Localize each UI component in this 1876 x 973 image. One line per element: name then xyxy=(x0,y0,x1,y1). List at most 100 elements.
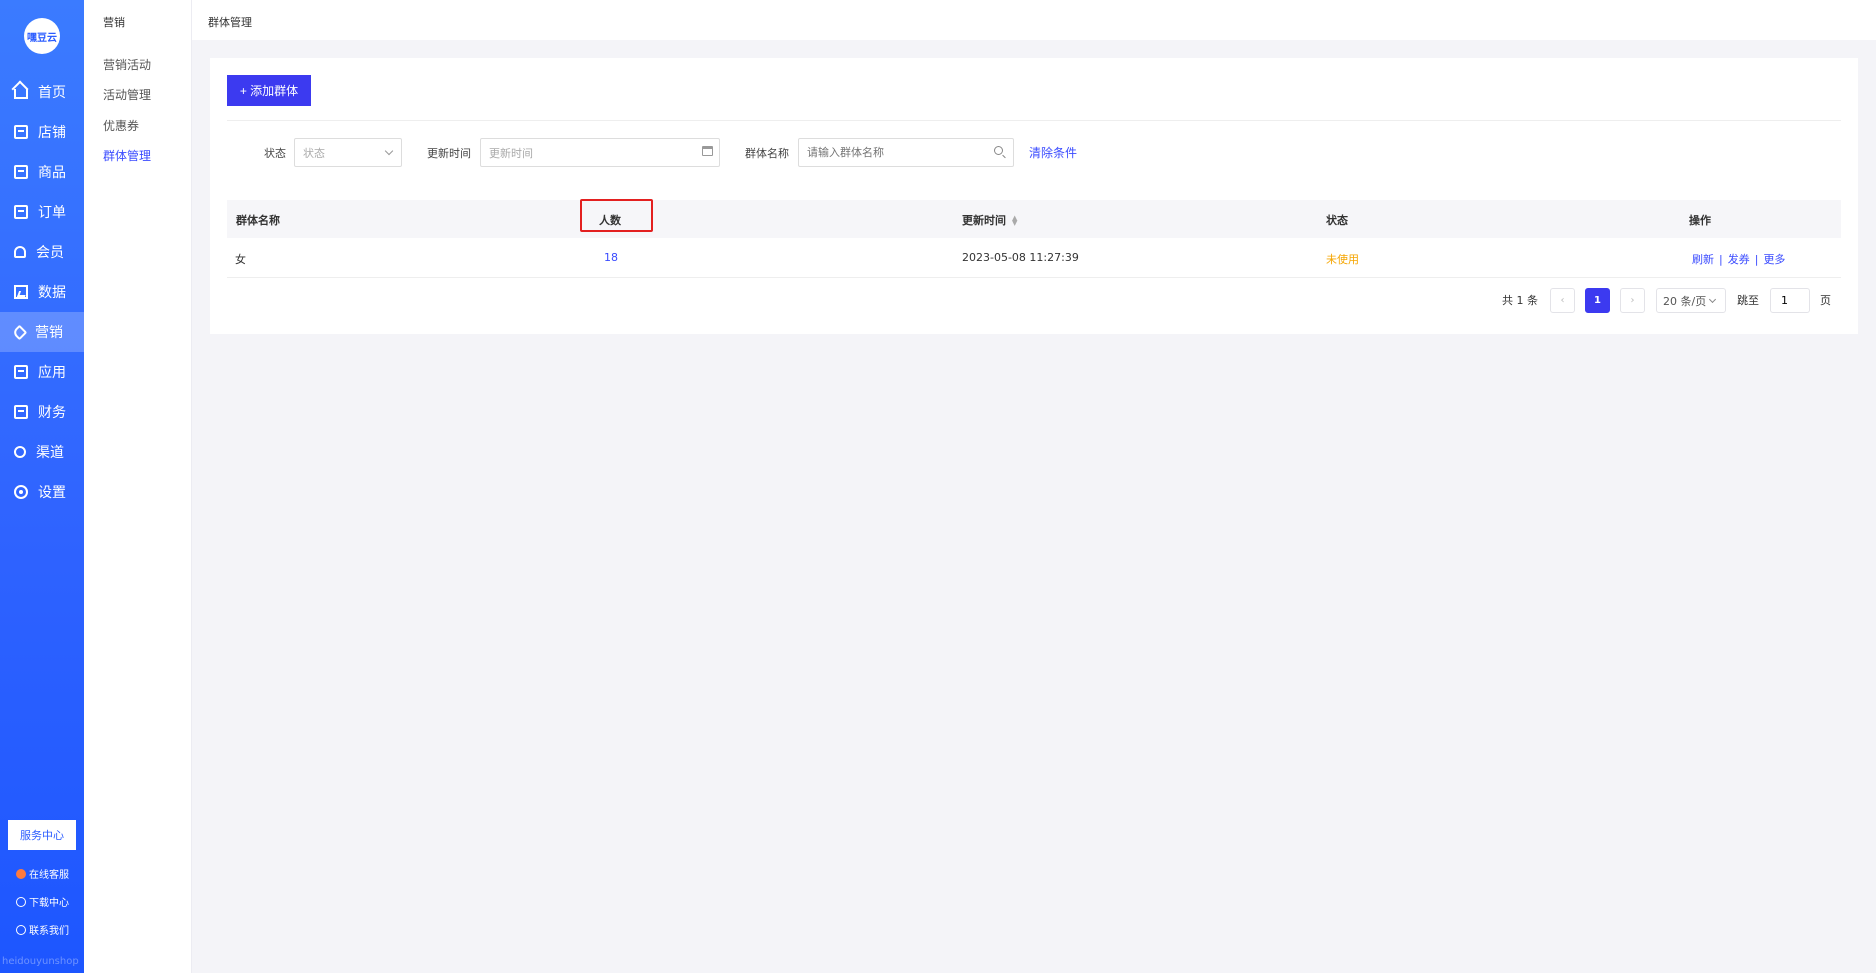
store-icon xyxy=(14,125,28,139)
contact-us-link[interactable]: 联系我们 xyxy=(16,922,69,937)
goods-icon xyxy=(14,165,28,179)
logo[interactable]: 嘿豆云 xyxy=(24,18,60,54)
top-bar: 群体管理 xyxy=(192,0,1876,40)
customer-service-icon xyxy=(16,868,26,879)
refresh-link[interactable]: 刷新 xyxy=(1692,253,1714,266)
column-header-group-name: 群体名称 xyxy=(236,214,280,227)
jump-label: 跳至 xyxy=(1737,294,1759,307)
group-name-field[interactable] xyxy=(798,138,1014,167)
gear-icon xyxy=(14,485,28,499)
download-center-link[interactable]: 下载中心 xyxy=(16,894,69,909)
calendar-icon xyxy=(702,146,713,156)
page-size-select[interactable]: 20 条/页 xyxy=(1656,288,1726,313)
member-icon xyxy=(14,246,26,258)
chevron-left-icon: ‹ xyxy=(1560,295,1565,306)
cell-group-name: 女 xyxy=(235,253,246,266)
main-nav: 嘿豆云 首页 店铺 商品 订单 会员 数据 营销 应用 财务 渠道 设置 服务中… xyxy=(0,0,84,973)
service-center-button[interactable]: 服务中心 xyxy=(8,820,76,850)
nav-item-label: 设置 xyxy=(38,485,66,501)
subnav-item-campaigns[interactable]: 营销活动 xyxy=(103,56,151,73)
nav-item-label: 营销 xyxy=(35,325,63,341)
nav-item-settings[interactable]: 设置 xyxy=(0,472,84,512)
group-name-label: 群体名称 xyxy=(745,147,789,160)
pagination-total: 共 1 条 xyxy=(1502,294,1538,307)
clear-filters-link[interactable]: 清除条件 xyxy=(1029,144,1077,161)
content-card: + 添加群体 状态 状态 更新时间 更新时间 群体名称 清除条件 群体名称 人数… xyxy=(210,58,1858,334)
subnav-item-group-management[interactable]: 群体管理 xyxy=(103,147,151,164)
nav-item-data[interactable]: 数据 xyxy=(0,272,84,312)
app-icon xyxy=(14,365,28,379)
brand-watermark: heidouyunshop xyxy=(2,956,79,967)
column-header-updated[interactable]: 更新时间 ▲ ▼ xyxy=(962,212,1017,228)
group-name-input[interactable] xyxy=(807,146,1013,159)
footer-link-label: 联系我们 xyxy=(29,926,69,937)
column-header-status: 状态 xyxy=(1326,214,1348,227)
table-header: 群体名称 人数 更新时间 ▲ ▼ 状态 操作 xyxy=(227,200,1841,238)
update-time-placeholder: 更新时间 xyxy=(489,146,533,160)
update-time-picker[interactable]: 更新时间 xyxy=(480,138,720,167)
more-link[interactable]: 更多 xyxy=(1763,253,1785,266)
nav-item-label: 首页 xyxy=(38,85,66,101)
status-select[interactable]: 状态 xyxy=(294,138,402,167)
issue-coupon-link[interactable]: 发券 xyxy=(1728,253,1750,266)
finance-icon xyxy=(14,405,28,419)
status-select-value: 状态 xyxy=(303,146,325,160)
search-icon[interactable] xyxy=(994,146,1003,155)
nav-item-label: 应用 xyxy=(38,365,66,381)
nav-item-label: 财务 xyxy=(38,405,66,421)
nav-item-order[interactable]: 订单 xyxy=(0,192,84,232)
jump-page-field[interactable] xyxy=(1770,288,1810,313)
online-service-link[interactable]: 在线客服 xyxy=(16,866,69,881)
nav-item-marketing[interactable]: 营销 xyxy=(0,312,84,352)
chevron-down-icon xyxy=(1709,295,1717,303)
nav-item-goods[interactable]: 商品 xyxy=(0,152,84,192)
nav-item-label: 商品 xyxy=(38,165,66,181)
cell-actions: 刷新 | 发券 | 更多 xyxy=(1692,251,1785,267)
status-filter-label: 状态 xyxy=(264,147,286,160)
nav-item-member[interactable]: 会员 xyxy=(0,232,84,272)
page-title: 群体管理 xyxy=(208,16,252,29)
nav-item-store[interactable]: 店铺 xyxy=(0,112,84,152)
update-time-label: 更新时间 xyxy=(427,147,471,160)
nav-item-home[interactable]: 首页 xyxy=(0,72,84,112)
next-page-button[interactable]: › xyxy=(1620,288,1645,313)
jump-page-input[interactable] xyxy=(1781,294,1809,307)
nav-item-label: 会员 xyxy=(36,245,64,261)
subnav-title: 营销 xyxy=(103,16,125,29)
nav-item-label: 订单 xyxy=(38,205,66,221)
cell-updated-time: 2023-05-08 11:27:39 xyxy=(962,251,1079,264)
nav-item-label: 渠道 xyxy=(36,445,64,461)
download-icon xyxy=(16,896,26,907)
cell-status: 未使用 xyxy=(1326,253,1359,266)
cell-member-count[interactable]: 18 xyxy=(604,251,618,264)
separator: | xyxy=(1719,253,1723,266)
column-header-count: 人数 xyxy=(599,214,621,227)
page-size-value: 20 条/页 xyxy=(1663,294,1707,308)
nav-item-finance[interactable]: 财务 xyxy=(0,392,84,432)
prev-page-button[interactable]: ‹ xyxy=(1550,288,1575,313)
sort-icon[interactable]: ▲ ▼ xyxy=(1012,215,1017,227)
nav-item-channel[interactable]: 渠道 xyxy=(0,432,84,472)
nav-item-label: 店铺 xyxy=(38,125,66,141)
nav-item-app[interactable]: 应用 xyxy=(0,352,84,392)
data-chart-icon xyxy=(14,285,28,299)
footer-link-label: 下载中心 xyxy=(29,898,69,909)
separator: | xyxy=(1754,253,1759,266)
chevron-right-icon: › xyxy=(1630,295,1635,306)
table-row: 女 18 2023-05-08 11:27:39 未使用 刷新 | 发券 | 更多 xyxy=(227,238,1841,278)
order-icon xyxy=(14,205,28,219)
page-number-current[interactable]: 1 xyxy=(1585,288,1610,313)
footer-link-label: 在线客服 xyxy=(29,870,69,881)
home-icon xyxy=(14,89,28,99)
nav-item-label: 数据 xyxy=(38,285,66,301)
subnav-item-coupons[interactable]: 优惠券 xyxy=(103,117,139,134)
tag-icon xyxy=(11,324,28,340)
sub-nav: 营销 营销活动 活动管理 优惠券 群体管理 xyxy=(84,0,192,973)
column-header-actions: 操作 xyxy=(1689,214,1711,227)
page-unit-label: 页 xyxy=(1820,294,1831,307)
chevron-down-icon xyxy=(384,146,394,156)
subnav-item-activity-management[interactable]: 活动管理 xyxy=(103,86,151,103)
divider xyxy=(227,120,1841,121)
contact-icon xyxy=(16,924,26,935)
add-group-button[interactable]: + 添加群体 xyxy=(227,75,311,106)
